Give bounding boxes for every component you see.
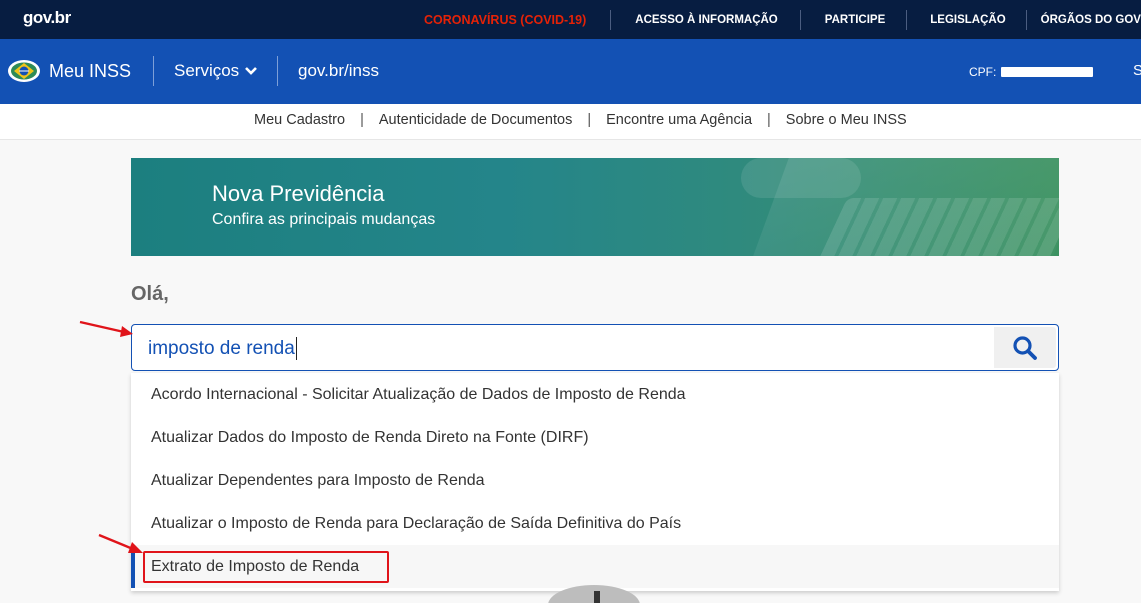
govbr-links: CORONAVÍRUS (COVID-19) ACESSO À INFORMAÇ… [424, 0, 1141, 39]
banner-keyboard-decoration [814, 198, 1059, 256]
subnav-item-cadastro[interactable]: Meu Cadastro [254, 112, 345, 128]
cpf-display: CPF: [969, 65, 1094, 79]
inss-logo-icon[interactable] [7, 59, 41, 83]
divider [1025, 9, 1027, 30]
greeting: Olá, [131, 283, 169, 305]
chevron-down-icon [245, 67, 258, 75]
divider [277, 56, 278, 86]
suggestion-item[interactable]: Atualizar o Imposto de Renda para Declar… [131, 502, 1059, 545]
subnav: Meu Cadastro | Autenticidade de Document… [0, 104, 1141, 140]
search-input-value: imposto de renda [148, 337, 295, 359]
search-icon [1013, 335, 1037, 360]
subnav-separator: | [767, 112, 771, 128]
subnav-item-autenticidade[interactable]: Autenticidade de Documentos [379, 112, 572, 128]
services-menu[interactable]: Serviços [174, 61, 258, 81]
suggestion-item[interactable]: Acordo Internacional - Solicitar Atualiz… [131, 373, 1059, 416]
annotation-arrow-icon [79, 320, 133, 337]
text-caret [295, 337, 297, 360]
cpf-label: CPF: [969, 65, 997, 79]
annotation-highlight-box [143, 551, 389, 583]
divider [799, 9, 801, 30]
inss-header: Meu INSS Serviços gov.br/inss CPF: S [0, 39, 1141, 104]
govbr-link-participe[interactable]: PARTICIPE [825, 14, 886, 26]
header-trailing-text[interactable]: S [1133, 62, 1141, 79]
banner-subtitle: Confira as principais mudanças [212, 211, 436, 228]
banner-title: Nova Previdência [212, 181, 385, 206]
app-title[interactable]: Meu INSS [49, 61, 131, 82]
govbr-link-acesso[interactable]: ACESSO À INFORMAÇÃO [635, 14, 777, 26]
subnav-separator: | [360, 112, 364, 128]
divider [906, 9, 908, 30]
divider [610, 9, 612, 30]
govbr-link-covid[interactable]: CORONAVÍRUS (COVID-19) [424, 13, 586, 27]
nova-previdencia-banner[interactable]: Nova Previdência Confira as principais m… [131, 158, 1059, 256]
search-button[interactable] [994, 327, 1056, 368]
search-box: imposto de renda [131, 324, 1059, 371]
suggestion-item[interactable]: Atualizar Dependentes para Imposto de Re… [131, 459, 1059, 502]
govbr-bar: gov.br CORONAVÍRUS (COVID-19) ACESSO À I… [0, 0, 1141, 39]
annotation-arrow-icon [98, 533, 143, 553]
divider [153, 56, 154, 86]
subnav-item-agencia[interactable]: Encontre uma Agência [606, 112, 752, 128]
background-avatar-detail [594, 591, 600, 603]
search-input[interactable]: imposto de renda [148, 337, 297, 360]
govbr-link-orgaos[interactable]: ÓRGÃOS DO GOVERNO [1041, 14, 1141, 26]
services-label: Serviços [174, 61, 240, 80]
subnav-separator: | [587, 112, 592, 128]
subnav-item-sobre[interactable]: Sobre o Meu INSS [786, 112, 907, 128]
govbr-logo[interactable]: gov.br [23, 8, 71, 28]
govbr-link-legislacao[interactable]: LEGISLAÇÃO [930, 14, 1005, 26]
cpf-redaction [1001, 67, 1094, 77]
suggestion-item[interactable]: Atualizar Dados do Imposto de Renda Dire… [131, 416, 1059, 459]
govbr-inss-link[interactable]: gov.br/inss [298, 61, 379, 81]
